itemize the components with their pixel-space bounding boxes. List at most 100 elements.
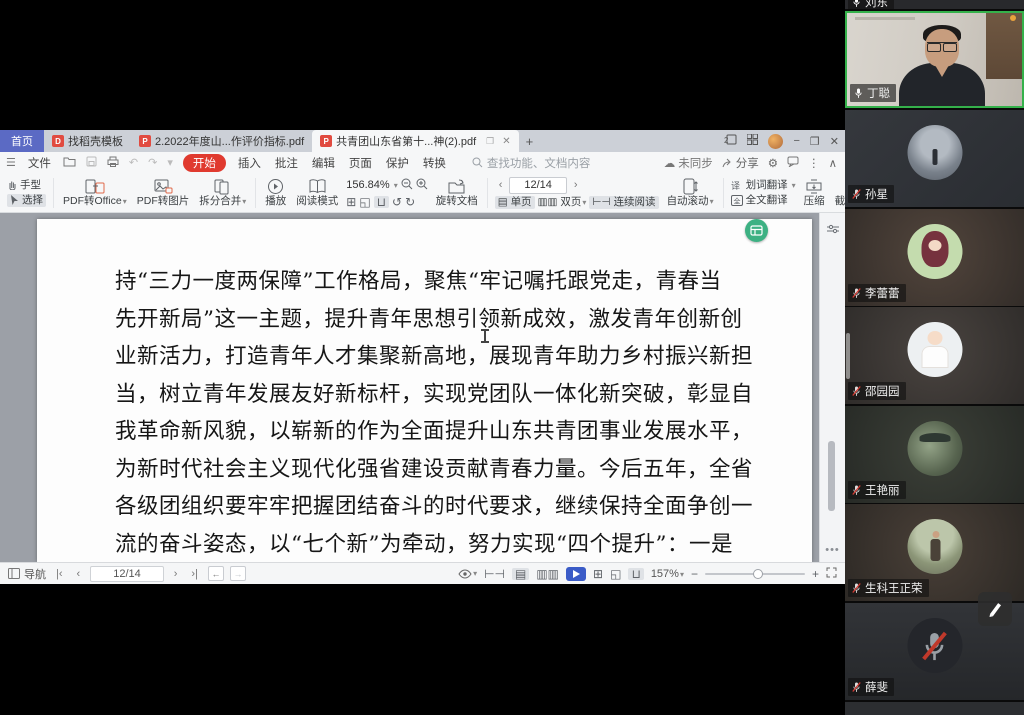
document-viewport[interactable]: 持“三力一度两保障”工作格局，聚焦“牢记嘱托跟党走，青春当 先开新局”这一主题，… <box>0 213 845 562</box>
workspace-grid-icon[interactable] <box>747 134 758 148</box>
participant-tile-shengkewangzhengrong[interactable]: 生科王正荣 <box>845 504 1024 601</box>
restore-button[interactable]: ❐ <box>810 135 820 148</box>
next-page-icon[interactable]: › <box>570 179 582 192</box>
full-translate-button[interactable]: 全 全文翻译 <box>731 194 796 207</box>
tab-pin-icon[interactable]: ❐ <box>486 136 494 147</box>
participant-tile-lileilei[interactable]: 李蕾蕾 <box>845 209 1024 306</box>
presentation-play-button[interactable] <box>566 567 586 581</box>
participant-tile-shaoyuanyuan[interactable]: 邵园园 <box>845 307 1024 404</box>
zoom-in-icon[interactable] <box>416 178 428 194</box>
vertical-scrollbar[interactable] <box>828 441 835 511</box>
tab-close-icon[interactable]: ✕ <box>502 136 510 147</box>
continuous-read-icon[interactable]: ⊢⊣ <box>484 568 505 580</box>
save-icon[interactable] <box>86 156 97 170</box>
search-box[interactable]: 查找功能、文档内容 <box>472 155 591 171</box>
navigation-pane-button[interactable]: 导航 <box>8 566 46 582</box>
zoom-out-icon[interactable] <box>401 178 413 194</box>
more-menu-icon[interactable]: ⋮ <box>808 156 820 170</box>
menu-start[interactable]: 开始 <box>183 154 226 172</box>
participant-list-scrollbar[interactable] <box>846 333 850 379</box>
split-window-icon[interactable]: 2 <box>724 134 737 148</box>
pdf-to-office-button[interactable]: PDF转Office▾ <box>58 177 132 208</box>
prev-page-icon[interactable]: ‹ <box>495 179 507 192</box>
pdf-to-image-button[interactable]: PDF转图片 <box>132 177 195 208</box>
user-avatar[interactable] <box>768 134 783 149</box>
eye-protect-icon[interactable]: ▾ <box>458 569 477 579</box>
last-page-icon[interactable]: ›| <box>187 568 202 580</box>
rotate-right-icon[interactable]: ↻ <box>405 196 415 208</box>
menu-insert[interactable]: 插入 <box>236 155 263 171</box>
tab-home[interactable]: 首页 <box>0 130 44 152</box>
participant-tile-liudong[interactable]: 刘东 <box>845 0 1024 9</box>
participant-tile-wangyanli[interactable]: 王艳丽 <box>845 406 1024 503</box>
menu-convert[interactable]: 转换 <box>421 155 448 171</box>
read-mode-button[interactable]: 阅读模式 <box>291 177 343 208</box>
fit-page-icon[interactable]: ⊞ <box>593 568 603 580</box>
tab-docer-templates[interactable]: D 找稻壳模板 <box>44 130 131 152</box>
menu-page[interactable]: 页面 <box>347 155 374 171</box>
auto-scroll-button[interactable]: 自动滚动▾ <box>662 177 719 208</box>
select-tool-button[interactable]: 选择 <box>7 194 46 207</box>
more-dropdown-icon[interactable]: ▾ <box>167 156 173 169</box>
fit-width-icon[interactable]: ⊔ <box>374 196 389 208</box>
status-zoom-value[interactable]: 157%▾ <box>651 568 684 580</box>
zoom-value[interactable]: 156.84% <box>346 179 389 192</box>
wps-assistant-badge[interactable] <box>745 219 768 242</box>
single-page-icon[interactable]: ▤ <box>512 568 529 580</box>
zoom-out-minus[interactable]: − <box>691 568 698 580</box>
fullscreen-icon[interactable] <box>826 567 837 581</box>
minimize-button[interactable]: − <box>793 135 799 147</box>
participant-tile-dingcong-speaking[interactable]: 丁聪 <box>845 11 1024 108</box>
cloud-sync-status[interactable]: ☁ 未同步 <box>664 155 713 171</box>
pdf-page[interactable]: 持“三力一度两保障”工作格局，聚焦“牢记嘱托跟党走，青春当 先开新局”这一主题，… <box>37 219 812 562</box>
feedback-icon[interactable] <box>787 156 799 170</box>
compress-button[interactable]: 压缩 <box>799 177 830 208</box>
close-button[interactable]: ✕ <box>830 135 839 148</box>
page-indicator-input[interactable]: 12/14 <box>509 177 567 194</box>
double-page-button[interactable]: ▥▥ 双页▾ <box>538 196 587 209</box>
zoom-in-plus[interactable]: + <box>812 568 819 580</box>
print-icon[interactable] <box>107 156 119 170</box>
rotate-left-icon[interactable]: ↺ <box>392 196 402 208</box>
menu-edit[interactable]: 编辑 <box>310 155 337 171</box>
status-page-indicator[interactable]: 12/14 <box>90 566 164 582</box>
zoom-slider[interactable] <box>705 573 805 575</box>
participant-name-tag: 邵园园 <box>848 382 906 400</box>
tab-pdf-1[interactable]: P 2.2022年度山...作评价指标.pdf <box>131 130 312 152</box>
actual-size-icon[interactable]: ◱ <box>359 196 370 208</box>
view-forward-icon[interactable]: → <box>230 566 246 581</box>
collapse-ribbon-icon[interactable]: ∧ <box>829 156 837 170</box>
next-page-icon[interactable]: › <box>170 568 182 580</box>
view-back-icon[interactable]: ← <box>208 566 224 581</box>
menu-comment[interactable]: 批注 <box>273 155 300 171</box>
redo-icon[interactable]: ↷ <box>148 156 157 169</box>
prev-page-icon[interactable]: ‹ <box>73 568 85 580</box>
word-translate-button[interactable]: 译 划词翻译▾ <box>731 179 796 192</box>
first-page-icon[interactable]: |‹ <box>52 568 67 580</box>
tab-pdf-2-active[interactable]: P 共青团山东省第十...神(2).pdf ❐ ✕ <box>312 130 518 152</box>
rotate-doc-button[interactable]: 旋转文档 <box>431 177 483 208</box>
settings-gear-icon[interactable]: ⚙ <box>768 156 778 170</box>
adjust-sliders-icon[interactable] <box>820 221 845 239</box>
menu-file[interactable]: 文件 <box>26 155 53 171</box>
undo-icon[interactable]: ↶ <box>129 156 138 169</box>
zoom-slider-knob[interactable] <box>753 569 763 579</box>
actual-size-icon[interactable]: ◱ <box>610 568 621 580</box>
play-button[interactable]: 播放 <box>260 177 291 208</box>
fit-width-icon[interactable]: ⊔ <box>628 568 643 580</box>
tab-docer-label: 找稻壳模板 <box>68 133 123 149</box>
annotation-pencil-button[interactable] <box>978 592 1012 626</box>
hand-tool-button[interactable]: 手型 <box>7 179 46 192</box>
continuous-read-button[interactable]: ⊢⊣ 连续阅读 <box>589 196 658 209</box>
rail-more-icon[interactable]: ••• <box>820 544 845 556</box>
double-page-icon[interactable]: ▥▥ <box>536 568 559 580</box>
menu-protect[interactable]: 保护 <box>384 155 411 171</box>
hamburger-icon[interactable]: ☰ <box>6 156 16 169</box>
new-tab-button[interactable]: + <box>519 130 541 152</box>
single-page-button[interactable]: ▤ 单页 <box>495 196 535 209</box>
share-button[interactable]: 分享 <box>722 155 759 171</box>
split-merge-button[interactable]: 拆分合并▾ <box>194 177 251 208</box>
open-folder-icon[interactable] <box>63 156 76 170</box>
participant-tile-sunxing[interactable]: 孙星 <box>845 110 1024 207</box>
fit-page-icon[interactable]: ⊞ <box>346 196 356 208</box>
